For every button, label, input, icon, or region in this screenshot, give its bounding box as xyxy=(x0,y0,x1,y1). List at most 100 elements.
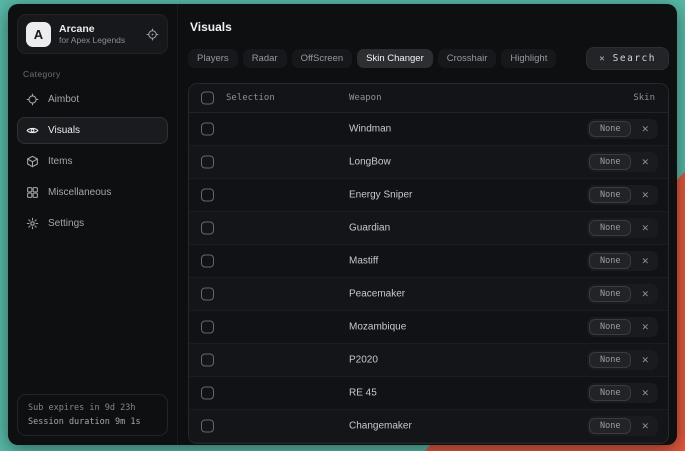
clear-skin-icon[interactable]: ✕ xyxy=(641,190,649,201)
sidebar-item[interactable]: Miscellaneous xyxy=(17,179,168,206)
row-checkbox[interactable] xyxy=(201,123,214,136)
table-body: Windman None ✕ LongBow None ✕ xyxy=(189,113,668,443)
table-row: RE 45 None ✕ xyxy=(189,377,668,410)
row-checkbox[interactable] xyxy=(201,420,214,433)
cube-icon xyxy=(26,155,39,168)
tab-label: Skin Changer xyxy=(366,53,424,64)
row-checkbox[interactable] xyxy=(201,354,214,367)
clear-skin-icon[interactable]: ✕ xyxy=(641,289,649,300)
brand-subtitle: for Apex Legends xyxy=(59,35,138,45)
skin-cell: None ✕ xyxy=(587,350,658,370)
brand-logo: A xyxy=(26,22,51,47)
main-panel: Visuals Players Radar OffScreen Skin Cha… xyxy=(178,4,677,445)
select-all-checkbox[interactable] xyxy=(201,92,214,105)
skin-value-badge[interactable]: None xyxy=(589,418,631,434)
category-label: Category xyxy=(23,69,162,79)
search-button[interactable]: ✕ Search xyxy=(586,47,669,70)
skin-value-badge[interactable]: None xyxy=(589,187,631,203)
sidebar-item[interactable]: Settings xyxy=(17,210,168,237)
tab[interactable]: Skin Changer xyxy=(357,49,433,68)
row-checkbox[interactable] xyxy=(201,321,214,334)
clear-skin-icon[interactable]: ✕ xyxy=(641,223,649,234)
gear-icon xyxy=(26,217,39,230)
brand-text: Arcane for Apex Legends xyxy=(59,23,138,46)
table-row: Guardian None ✕ xyxy=(189,212,668,245)
target-icon[interactable] xyxy=(146,28,159,41)
page-title: Visuals xyxy=(190,20,669,34)
table-row: Changemaker None ✕ xyxy=(189,410,668,443)
row-checkbox[interactable] xyxy=(201,222,214,235)
skin-value-badge[interactable]: None xyxy=(589,121,631,137)
sidebar-item[interactable]: Aimbot xyxy=(17,86,168,113)
skin-cell: None ✕ xyxy=(587,185,658,205)
selection-column-header: Selection xyxy=(226,93,275,103)
row-checkbox[interactable] xyxy=(201,156,214,169)
crosshair-icon xyxy=(26,93,39,106)
table-row: Energy Sniper None ✕ xyxy=(189,179,668,212)
clear-skin-icon[interactable]: ✕ xyxy=(641,157,649,168)
clear-skin-icon[interactable]: ✕ xyxy=(641,421,649,432)
clear-skin-icon[interactable]: ✕ xyxy=(641,256,649,267)
table-row: LongBow None ✕ xyxy=(189,146,668,179)
app-window: A Arcane for Apex Legends Category Aimbo… xyxy=(8,4,677,445)
sidebar-item[interactable]: Visuals xyxy=(17,117,168,144)
grid-icon xyxy=(26,186,39,199)
row-checkbox[interactable] xyxy=(201,387,214,400)
clear-skin-icon[interactable]: ✕ xyxy=(641,322,649,333)
tab-label: Crosshair xyxy=(447,53,488,64)
skin-value-badge[interactable]: None xyxy=(589,253,631,269)
skin-cell: None ✕ xyxy=(587,416,658,436)
tab[interactable]: OffScreen xyxy=(292,49,353,68)
skin-value-badge[interactable]: None xyxy=(589,154,631,170)
skin-value-badge[interactable]: None xyxy=(589,352,631,368)
table-header: Selection Weapon Skin xyxy=(189,84,668,113)
search-button-label: Search xyxy=(613,53,656,64)
weapon-name: Energy Sniper xyxy=(349,190,412,201)
sidebar-item-label: Items xyxy=(48,156,72,167)
skin-value-badge[interactable]: None xyxy=(589,220,631,236)
sub-expiry-text: Sub expires in 9d 23h xyxy=(28,403,157,413)
row-checkbox[interactable] xyxy=(201,255,214,268)
session-duration-text: Session duration 9m 1s xyxy=(28,417,157,427)
weapon-skin-table: Selection Weapon Skin Windman None ✕ Lon… xyxy=(188,83,669,444)
tab[interactable]: Highlight xyxy=(501,49,556,68)
tab[interactable]: Crosshair xyxy=(438,49,497,68)
row-checkbox[interactable] xyxy=(201,288,214,301)
tab-bar: Players Radar OffScreen Skin Changer Cro… xyxy=(188,47,669,70)
table-row: Mastiff None ✕ xyxy=(189,245,668,278)
table-row: Windman None ✕ xyxy=(189,113,668,146)
skin-cell: None ✕ xyxy=(587,119,658,139)
skin-value-badge[interactable]: None xyxy=(589,385,631,401)
clear-skin-icon[interactable]: ✕ xyxy=(641,355,649,366)
skin-cell: None ✕ xyxy=(587,152,658,172)
clear-skin-icon[interactable]: ✕ xyxy=(641,124,649,135)
sidebar-item-label: Aimbot xyxy=(48,94,79,105)
table-row: P2020 None ✕ xyxy=(189,344,668,377)
tab-label: Radar xyxy=(252,53,278,64)
table-row: Peacemaker None ✕ xyxy=(189,278,668,311)
sidebar-nav: Aimbot Visuals Items Miscellaneous Setti… xyxy=(17,86,168,237)
brand-card: A Arcane for Apex Legends xyxy=(17,14,168,54)
weapon-name: Changemaker xyxy=(349,421,412,432)
weapon-name: LongBow xyxy=(349,157,391,168)
skin-cell: None ✕ xyxy=(587,284,658,304)
sidebar: A Arcane for Apex Legends Category Aimbo… xyxy=(8,4,178,445)
tab-label: Highlight xyxy=(510,53,547,64)
skin-cell: None ✕ xyxy=(587,383,658,403)
row-checkbox[interactable] xyxy=(201,189,214,202)
weapon-name: Windman xyxy=(349,124,391,135)
sidebar-item-label: Miscellaneous xyxy=(48,187,111,198)
skin-value-badge[interactable]: None xyxy=(589,319,631,335)
sidebar-item[interactable]: Items xyxy=(17,148,168,175)
skin-cell: None ✕ xyxy=(587,218,658,238)
weapon-name: Mozambique xyxy=(349,322,406,333)
sidebar-item-label: Visuals xyxy=(48,125,80,136)
skin-value-badge[interactable]: None xyxy=(589,286,631,302)
weapon-column-header: Weapon xyxy=(349,93,382,103)
sidebar-item-label: Settings xyxy=(48,218,84,229)
skin-cell: None ✕ xyxy=(587,251,658,271)
clear-skin-icon[interactable]: ✕ xyxy=(641,388,649,399)
weapon-name: Mastiff xyxy=(349,256,378,267)
tab[interactable]: Players xyxy=(188,49,238,68)
tab[interactable]: Radar xyxy=(243,49,287,68)
